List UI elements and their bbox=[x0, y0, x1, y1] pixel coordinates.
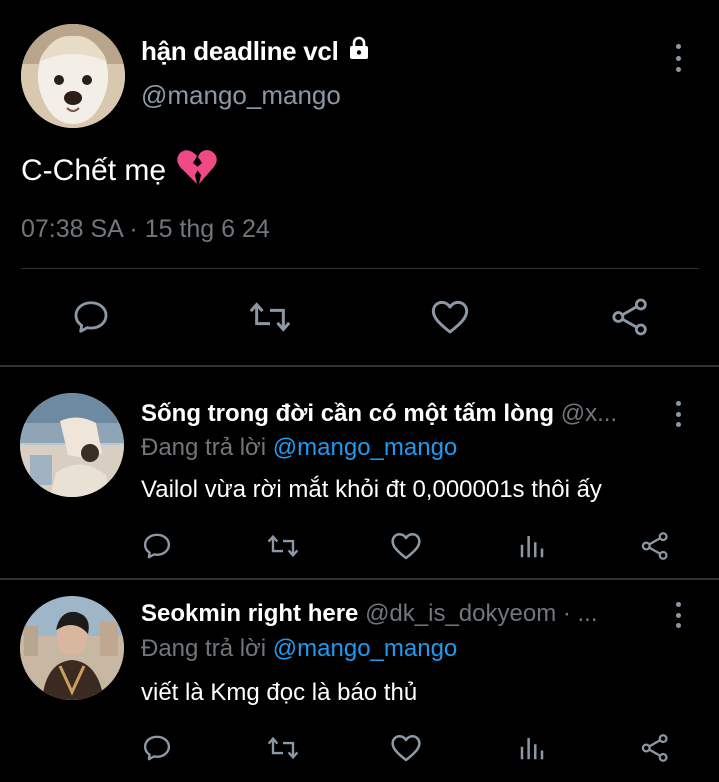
tweet-text-content: C-Chết mẹ bbox=[21, 154, 167, 187]
broken-heart-icon bbox=[176, 148, 218, 194]
reply-icon[interactable] bbox=[70, 296, 112, 338]
more-options-icon[interactable] bbox=[674, 602, 682, 628]
replying-prefix: Đang trả lời bbox=[141, 434, 267, 461]
main-tweet: hận deadline vcl @mango_mango C-Chết mẹ … bbox=[0, 0, 719, 366]
reply-text: Vailol vừa rời mắt khỏi đt 0,000001s thô… bbox=[141, 476, 602, 503]
replying-to: Đang trả lời @mango_mango bbox=[141, 635, 457, 663]
replying-prefix: Đang trả lời bbox=[141, 635, 267, 662]
tweet-timestamp[interactable]: 07:38 SA · 15 thg 6 24 bbox=[21, 215, 270, 244]
more-options-icon[interactable] bbox=[674, 401, 682, 427]
replying-to: Đang trả lời @mango_mango bbox=[141, 434, 457, 462]
tweet-text: C-Chết mẹ bbox=[21, 148, 218, 194]
reply-author-name: Sống trong đời cần có một tấm lòng bbox=[141, 400, 555, 427]
reply-avatar[interactable] bbox=[20, 393, 124, 497]
reply-author[interactable]: Seokmin right here @dk_is_dokyeom · ... bbox=[141, 600, 661, 628]
reply-icon[interactable] bbox=[142, 531, 172, 566]
reply-author-name: Seokmin right here bbox=[141, 600, 359, 627]
author-handle[interactable]: @mango_mango bbox=[141, 80, 341, 111]
like-icon[interactable] bbox=[390, 531, 422, 566]
reply-tweet[interactable]: Seokmin right here @dk_is_dokyeom · ... … bbox=[0, 580, 719, 782]
reply-author-handle: @dk_is_dokyeom · ... bbox=[365, 600, 598, 627]
reply-avatar[interactable] bbox=[20, 596, 124, 700]
reply-author-handle: @x... bbox=[560, 400, 618, 427]
author-name[interactable]: hận deadline vcl bbox=[141, 36, 371, 67]
reply-author[interactable]: Sống trong đời cần có một tấm lòng @x... bbox=[141, 400, 661, 428]
analytics-icon[interactable] bbox=[517, 531, 547, 566]
like-icon[interactable] bbox=[429, 296, 471, 338]
author-name-label: hận deadline vcl bbox=[141, 36, 339, 66]
like-icon[interactable] bbox=[390, 733, 422, 768]
retweet-icon[interactable] bbox=[266, 733, 300, 768]
analytics-icon[interactable] bbox=[517, 733, 547, 768]
author-avatar[interactable] bbox=[21, 24, 125, 128]
retweet-icon[interactable] bbox=[248, 296, 292, 338]
reply-tweet[interactable]: Sống trong đời cần có một tấm lòng @x...… bbox=[0, 367, 719, 578]
share-icon[interactable] bbox=[640, 531, 670, 566]
lock-icon bbox=[347, 36, 371, 67]
replying-mention[interactable]: @mango_mango bbox=[273, 434, 457, 461]
retweet-icon[interactable] bbox=[266, 531, 300, 566]
share-icon[interactable] bbox=[608, 296, 652, 338]
reply-text: viết là Kmg đọc là báo thủ bbox=[141, 679, 418, 706]
reply-icon[interactable] bbox=[142, 733, 172, 768]
more-options-icon[interactable] bbox=[674, 44, 682, 72]
share-icon[interactable] bbox=[640, 733, 670, 768]
replying-mention[interactable]: @mango_mango bbox=[273, 635, 457, 662]
divider bbox=[21, 268, 699, 269]
